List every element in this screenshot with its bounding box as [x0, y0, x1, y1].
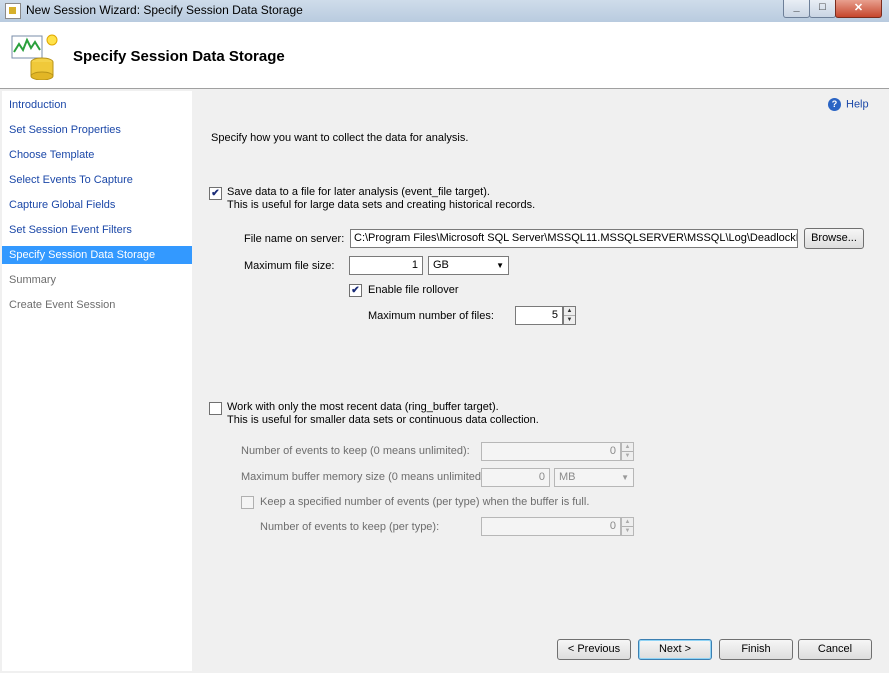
buffer-memory-unit-value: MB: [559, 471, 576, 483]
spin-down-icon[interactable]: ▼: [564, 316, 575, 324]
file-name-input[interactable]: C:\Program Files\Microsoft SQL Server\MS…: [350, 229, 798, 248]
sidebar-item-choose-template[interactable]: Choose Template: [2, 146, 192, 164]
spin-up-icon[interactable]: ▲: [622, 518, 633, 527]
wizard-sidebar: Introduction Set Session Properties Choo…: [2, 91, 192, 671]
events-to-keep-label: Number of events to keep (0 means unlimi…: [241, 445, 470, 457]
wizard-content: ? Help Specify how you want to collect th…: [194, 91, 881, 671]
enable-rollover-label: Enable file rollover: [368, 284, 459, 296]
keep-per-type-checkbox[interactable]: [241, 496, 254, 509]
cancel-button[interactable]: Cancel: [798, 639, 872, 660]
file-name-label: File name on server:: [244, 233, 345, 245]
app-icon: [5, 3, 21, 19]
enable-rollover-checkbox[interactable]: ✔: [349, 284, 362, 297]
next-button[interactable]: Next >: [638, 639, 712, 660]
sidebar-item-introduction[interactable]: Introduction: [2, 96, 192, 114]
sidebar-item-capture-global-fields[interactable]: Capture Global Fields: [2, 196, 192, 214]
spin-down-icon[interactable]: ▼: [622, 527, 633, 535]
file-size-unit-select[interactable]: GB ▼: [428, 256, 509, 275]
session-storage-icon: [11, 34, 58, 80]
sidebar-item-data-storage[interactable]: Specify Session Data Storage: [2, 246, 192, 264]
window-titlebar: New Session Wizard: Specify Session Data…: [0, 0, 889, 23]
per-type-spinner[interactable]: ▲ ▼: [621, 517, 634, 536]
buffer-memory-label: Maximum buffer memory size (0 means unli…: [241, 471, 488, 483]
max-files-input[interactable]: 5: [515, 306, 563, 325]
sidebar-item-create-event-session: Create Event Session: [9, 299, 116, 311]
max-file-size-input[interactable]: 1: [349, 256, 423, 275]
chevron-down-icon: ▼: [621, 473, 629, 482]
events-to-keep-spinner[interactable]: ▲ ▼: [621, 442, 634, 461]
spin-down-icon[interactable]: ▼: [622, 452, 633, 460]
buffer-memory-unit-select[interactable]: MB ▼: [554, 468, 634, 487]
window-title: New Session Wizard: Specify Session Data…: [26, 3, 303, 17]
page-title: Specify Session Data Storage: [73, 48, 285, 65]
save-to-file-description: This is useful for large data sets and c…: [227, 199, 536, 211]
minimize-button[interactable]: _: [783, 0, 810, 18]
max-files-label: Maximum number of files:: [368, 310, 494, 322]
chevron-down-icon: ▼: [496, 261, 504, 270]
sidebar-item-event-filters[interactable]: Set Session Event Filters: [2, 221, 192, 239]
max-file-size-label: Maximum file size:: [244, 260, 335, 272]
save-to-file-checkbox[interactable]: ✔: [209, 187, 222, 200]
close-icon: ✕: [853, 2, 864, 14]
sidebar-item-set-session-properties[interactable]: Set Session Properties: [2, 121, 192, 139]
help-label: Help: [846, 98, 869, 111]
keep-per-type-label: Keep a specified number of events (per t…: [260, 496, 590, 508]
help-link[interactable]: ? Help: [828, 98, 869, 111]
maximize-icon: □: [819, 1, 826, 13]
ring-buffer-label: Work with only the most recent data (rin…: [227, 401, 499, 413]
ring-buffer-checkbox[interactable]: [209, 402, 222, 415]
previous-button[interactable]: < Previous: [557, 639, 631, 660]
close-button[interactable]: ✕: [835, 0, 882, 18]
per-type-input[interactable]: 0: [481, 517, 621, 536]
sidebar-item-select-events[interactable]: Select Events To Capture: [2, 171, 192, 189]
spin-up-icon[interactable]: ▲: [564, 307, 575, 316]
ring-buffer-description: This is useful for smaller data sets or …: [227, 414, 539, 426]
file-size-unit-value: GB: [433, 259, 449, 271]
maximize-button[interactable]: □: [809, 0, 836, 18]
checkmark-icon: ✔: [211, 188, 220, 199]
browse-button[interactable]: Browse...: [804, 228, 864, 249]
buffer-memory-input[interactable]: 0: [481, 468, 550, 487]
events-to-keep-input[interactable]: 0: [481, 442, 621, 461]
checkmark-icon: ✔: [351, 285, 360, 296]
minimize-icon: _: [793, 1, 800, 13]
max-files-spinner[interactable]: ▲ ▼: [563, 306, 576, 325]
intro-text: Specify how you want to collect the data…: [211, 132, 469, 144]
save-to-file-label: Save data to a file for later analysis (…: [227, 186, 490, 198]
spin-up-icon[interactable]: ▲: [622, 443, 633, 452]
finish-button[interactable]: Finish: [719, 639, 793, 660]
help-icon: ?: [828, 98, 841, 111]
sidebar-item-summary: Summary: [9, 274, 57, 286]
wizard-header: Specify Session Data Storage: [0, 22, 889, 89]
per-type-label: Number of events to keep (per type):: [260, 521, 440, 533]
